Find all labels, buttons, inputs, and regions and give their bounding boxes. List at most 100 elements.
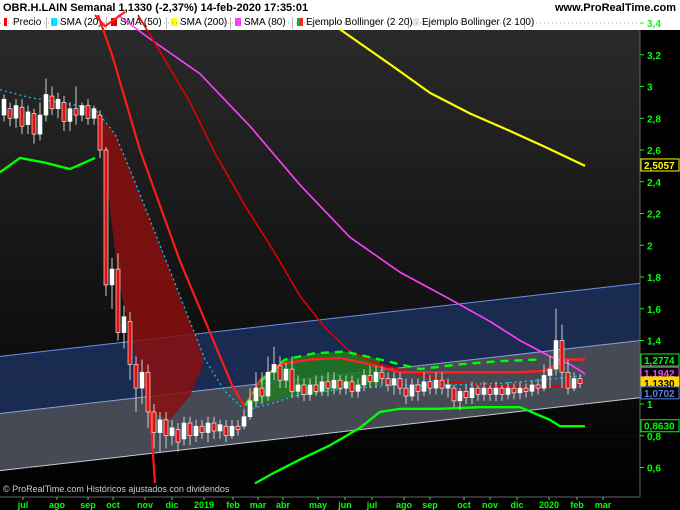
candle-body — [205, 422, 211, 433]
candle-body — [229, 425, 235, 437]
x-tick-label: oct — [106, 500, 120, 510]
price-tag-label: 1,2774 — [644, 356, 675, 367]
x-tick-label: dic — [165, 500, 178, 510]
candle-body — [499, 387, 505, 395]
candle-body — [37, 114, 43, 135]
candle-body — [367, 375, 373, 383]
candle-body — [463, 390, 469, 398]
x-tick-label: oct — [457, 500, 471, 510]
candle-body — [13, 105, 19, 119]
candle-body — [55, 98, 61, 110]
candle-body — [247, 400, 253, 418]
candle-body — [301, 384, 307, 395]
candle-body — [73, 108, 79, 116]
candle-body — [253, 387, 259, 402]
candle-body — [1, 98, 7, 116]
candle-body — [457, 390, 463, 402]
candle-body — [547, 368, 553, 376]
y-tick-label: 1,8 — [647, 273, 661, 284]
candle-body — [271, 364, 277, 373]
candle-body — [103, 149, 109, 286]
candle-body — [175, 429, 181, 443]
y-tick-label: 3,4 — [647, 19, 661, 30]
candle-body — [151, 411, 157, 433]
y-tick-label: 2,8 — [647, 114, 661, 125]
candle-body — [343, 381, 349, 389]
y-tick-label: 2,6 — [647, 146, 661, 157]
candle-body — [421, 381, 427, 392]
x-tick-label: mar — [595, 500, 612, 510]
x-tick-label: may — [309, 500, 327, 510]
candle-body — [43, 94, 49, 116]
y-tick-label: 2 — [647, 241, 653, 252]
x-tick-label: dic — [510, 500, 523, 510]
price-tags: 2,50571,27741,19421,13301,07020,8630 — [640, 158, 680, 433]
candle-body — [577, 378, 583, 384]
candle-body — [451, 387, 457, 402]
candle-body — [475, 387, 481, 395]
candle-body — [415, 384, 421, 392]
candle-body — [313, 384, 319, 392]
candle-body — [223, 425, 229, 437]
x-tick-label: jul — [17, 500, 29, 510]
candle-body — [67, 108, 73, 122]
copyright-footer: © ProRealTime.com Históricos ajustados c… — [3, 484, 230, 494]
x-tick-label: jun — [337, 500, 352, 510]
y-tick-label: 1,6 — [647, 305, 661, 316]
x-tick-label: nov — [482, 500, 498, 510]
candle-body — [79, 105, 85, 116]
candle-body — [157, 419, 163, 433]
candle-body — [85, 105, 91, 119]
candle-body — [565, 371, 571, 389]
candle-body — [331, 379, 337, 389]
candle-body — [439, 379, 445, 389]
candle-body — [307, 384, 313, 395]
candle-body — [277, 365, 283, 381]
candle-body — [295, 384, 301, 392]
price-chart[interactable]: 3,43,232,82,62,42,221,81,61,41,210,80,6 … — [0, 0, 680, 510]
candle-body — [289, 368, 295, 392]
candle-body — [559, 340, 565, 373]
candle-body — [139, 371, 145, 389]
candle-body — [541, 375, 547, 389]
x-tick-label: ago — [396, 500, 413, 510]
candle-body — [553, 340, 559, 370]
candle-body — [529, 384, 535, 392]
candle-body — [193, 425, 199, 437]
candle-body — [109, 268, 115, 286]
x-tick-label: feb — [570, 500, 584, 510]
x-tick-label: sep — [80, 500, 96, 510]
candle-body — [379, 371, 385, 379]
candle-body — [31, 113, 37, 135]
price-tag-label: 2,5057 — [644, 161, 675, 172]
candle-body — [259, 387, 265, 397]
x-tick-label: feb — [226, 500, 240, 510]
candle-body — [445, 384, 451, 389]
candle-body — [385, 378, 391, 386]
candle-body — [61, 102, 67, 122]
candle-body — [145, 371, 151, 413]
y-tick-label: 3,2 — [647, 51, 661, 62]
candle-body — [427, 381, 433, 389]
candle-body — [169, 427, 175, 437]
candle-body — [265, 371, 271, 397]
price-tag-label: 1,0702 — [644, 389, 675, 400]
y-tick-label: 2,2 — [647, 210, 661, 221]
candle-body — [487, 387, 493, 395]
y-tick-label: 2,4 — [647, 178, 661, 189]
y-tick-label: 3 — [647, 83, 653, 94]
candle-body — [133, 364, 139, 389]
candle-body — [361, 375, 367, 386]
candle-body — [181, 422, 187, 440]
candle-body — [325, 381, 331, 389]
candle-body — [493, 387, 499, 395]
candle-body — [481, 387, 487, 395]
candle-body — [505, 387, 511, 395]
x-tick-label: abr — [276, 500, 291, 510]
candle-body — [523, 387, 529, 392]
candle-body — [127, 321, 133, 365]
candle-body — [19, 106, 25, 127]
y-tick-label: 0,6 — [647, 464, 661, 475]
candle-body — [7, 108, 13, 119]
candle-body — [49, 95, 55, 110]
